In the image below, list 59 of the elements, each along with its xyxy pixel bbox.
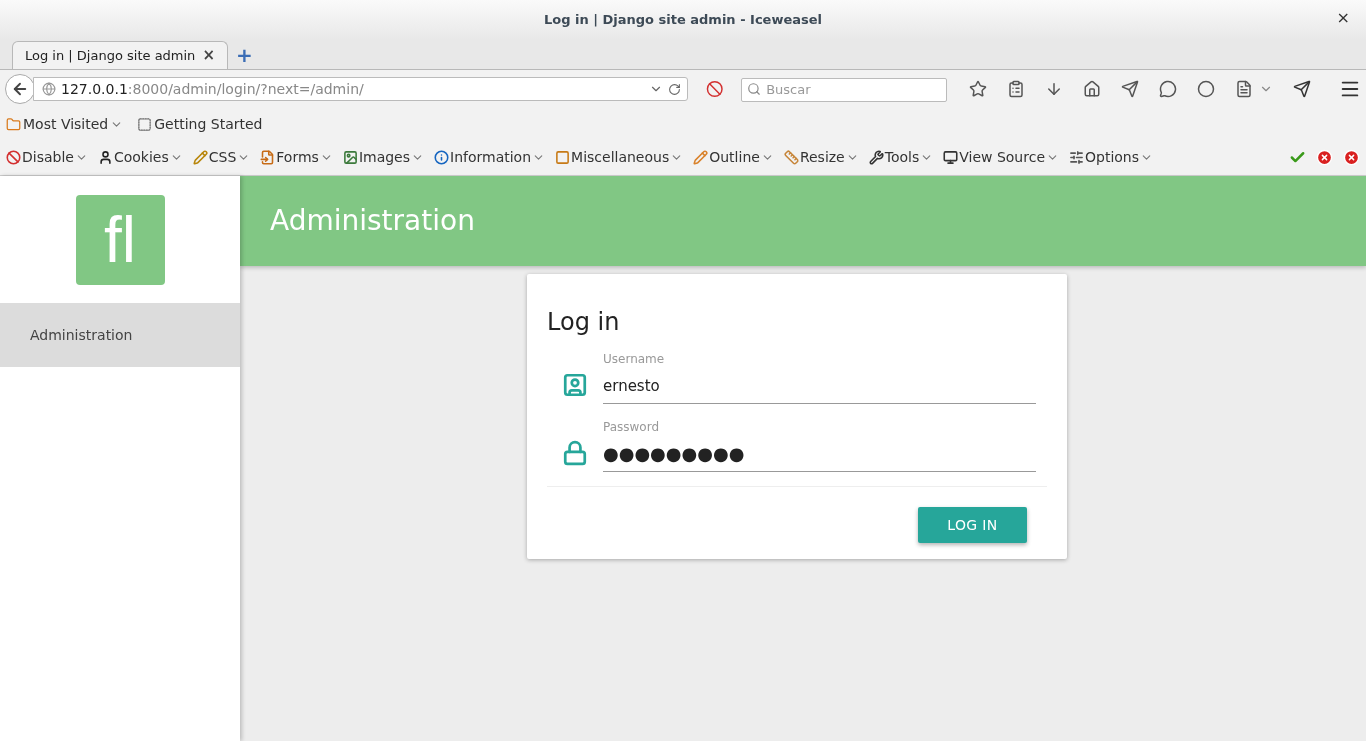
monitor-icon xyxy=(943,150,959,165)
lock-icon xyxy=(562,440,588,466)
sliders-icon xyxy=(1069,150,1084,165)
toolbar-menu[interactable]: View Source xyxy=(943,147,1059,168)
toolbar-menu[interactable]: Images xyxy=(342,147,424,168)
ruler-icon xyxy=(783,150,799,165)
toolbar-menu[interactable]: Miscellaneous xyxy=(555,147,684,168)
toolbar-menu[interactable]: Options xyxy=(1069,147,1154,168)
toolbar-menu[interactable]: Forms xyxy=(260,147,333,168)
home-icon[interactable] xyxy=(1083,80,1101,98)
url-path: :8000/admin/login/?next=/admin/ xyxy=(127,80,364,97)
folder-icon xyxy=(6,116,21,132)
bookmark-item[interactable]: Most Visited xyxy=(6,113,124,135)
url-host: 127.0.0.1 xyxy=(61,80,128,97)
block-icon xyxy=(6,150,21,165)
input-field[interactable]: ●●●●●●●●● xyxy=(603,436,1036,472)
globe-icon xyxy=(42,82,56,96)
field-label: Username xyxy=(603,351,666,368)
block-icon[interactable] xyxy=(705,80,724,98)
document-icon[interactable] xyxy=(1235,80,1253,98)
toolbar-menu[interactable]: Cookies xyxy=(97,147,183,168)
info-icon xyxy=(434,150,449,165)
logo: fl xyxy=(75,194,165,285)
field-label: Password xyxy=(603,419,661,436)
toolbar-menu[interactable]: Information xyxy=(434,147,546,168)
download-icon[interactable] xyxy=(1045,80,1063,98)
error-icon[interactable] xyxy=(1316,149,1333,166)
page-icon xyxy=(137,116,153,132)
star-icon[interactable] xyxy=(969,80,987,98)
toolbar-menu[interactable]: Tools xyxy=(868,147,934,168)
toolbar-menu[interactable]: Disable xyxy=(6,147,88,168)
card-title: Log in xyxy=(547,307,621,338)
address-field[interactable]: 127.0.0.1:8000/admin/login/?next=/admin/ xyxy=(33,77,688,101)
page-title: Administration xyxy=(270,203,475,239)
tools-icon xyxy=(868,150,884,165)
back-button[interactable] xyxy=(5,74,35,104)
sidebar-item[interactable]: Administration xyxy=(0,303,240,367)
toolbar-menu[interactable]: Outline xyxy=(693,147,774,168)
window-title: Log in | Django site admin - Iceweasel xyxy=(543,11,823,30)
tab-title: Log in | Django site admin xyxy=(25,46,196,65)
input-field[interactable]: ernesto xyxy=(603,368,1036,404)
chat-icon[interactable] xyxy=(1159,80,1177,98)
error-icon[interactable] xyxy=(1343,149,1360,166)
toolbar-menu[interactable]: CSS xyxy=(192,147,251,168)
browser-tab[interactable]: Log in | Django site admin × xyxy=(12,41,228,69)
pencil-icon xyxy=(192,150,208,165)
send-icon[interactable] xyxy=(1121,80,1139,98)
close-button[interactable]: × xyxy=(1336,10,1350,26)
image-icon xyxy=(342,150,358,165)
search-icon xyxy=(747,82,762,96)
bookmark-item[interactable]: Getting Started xyxy=(137,113,263,135)
reload-icon[interactable] xyxy=(667,82,681,96)
person-icon xyxy=(562,372,588,398)
tab-close-button[interactable]: × xyxy=(202,48,215,63)
new-tab-button[interactable]: + xyxy=(236,45,253,65)
person-icon xyxy=(97,150,113,165)
toolbar-menu[interactable]: Resize xyxy=(783,147,859,168)
search-field[interactable]: Buscar xyxy=(741,77,947,102)
pencil-icon xyxy=(693,150,709,165)
